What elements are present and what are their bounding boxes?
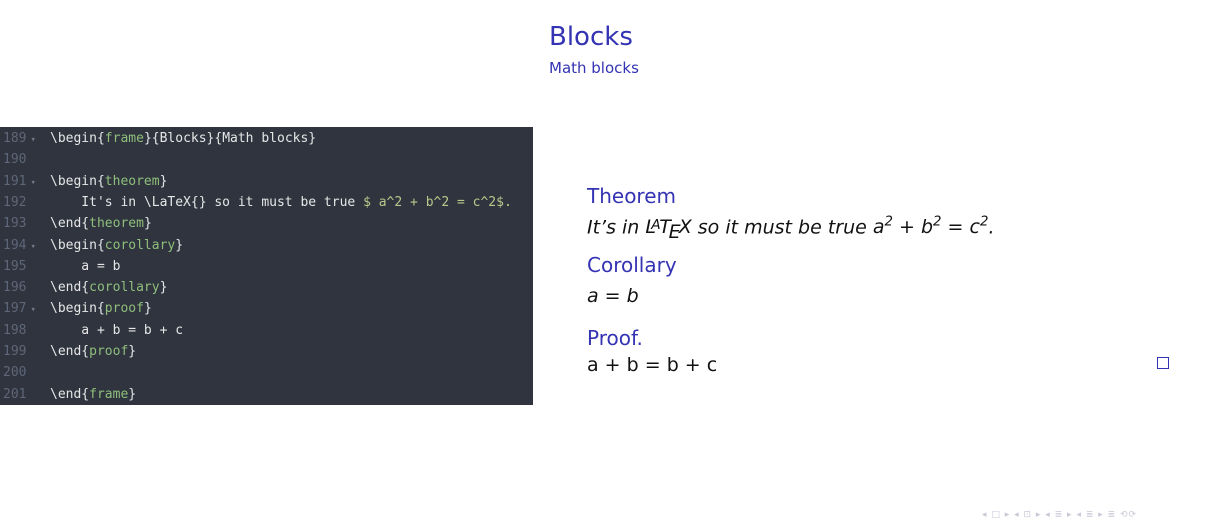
proof-body: a + b = b + c (587, 354, 718, 376)
code-line[interactable]: 194 ▾ \begin{corollary} (0, 235, 533, 256)
line-number: 195 (3, 258, 27, 274)
line-number: 192 (3, 194, 27, 210)
code-line[interactable]: 198 a + b = b + c (0, 320, 533, 341)
slide-subtitle: Math blocks (549, 59, 639, 77)
code-line[interactable]: 193 \end{theorem} (0, 213, 533, 234)
code-text: \begin{frame}{Blocks}{Math blocks} (50, 131, 317, 146)
line-number: 198 (3, 322, 27, 338)
code-text: \end{proof} (50, 344, 137, 359)
code-line[interactable]: 199 \end{proof} (0, 341, 533, 362)
theorem-text-after: so it must be true (691, 216, 873, 239)
corollary-title: Corollary (587, 253, 677, 277)
code-text: a + b = b + c (50, 322, 184, 338)
code-text: \end{theorem} (50, 216, 152, 232)
fold-arrow-icon[interactable]: ▾ (30, 242, 35, 252)
code-line[interactable]: 192 It's in \LaTeX{} so it must be true … (0, 192, 533, 213)
code-text: \begin{theorem} (50, 173, 168, 189)
line-number: 196 (3, 280, 27, 296)
code-line[interactable]: 189 ▾ \begin{frame}{Blocks}{Math blocks} (0, 128, 533, 149)
line-number: 199 (3, 344, 27, 359)
fold-arrow-icon[interactable]: ▾ (30, 178, 35, 188)
theorem-title: Theorem (587, 184, 677, 208)
latex-logo: LATEX (645, 216, 692, 243)
line-number: 200 (3, 365, 27, 381)
line-number: 194 ▾ (3, 237, 36, 253)
line-number: 201 (3, 386, 27, 402)
theorem-body: It’s in LATEX so it must be true a2 + b2… (587, 211, 995, 243)
code-text: \begin{corollary} (50, 237, 184, 253)
line-number: 190 (3, 152, 27, 168)
line-number: 191 ▾ (3, 173, 36, 189)
line-number: 193 (3, 216, 27, 232)
code-editor[interactable]: 189 ▾ \begin{frame}{Blocks}{Math blocks} 19… (0, 127, 533, 405)
code-text: It's in \LaTeX{} so it must be true $ a^… (50, 194, 512, 210)
slide-title: Blocks (549, 22, 633, 52)
code-text: \end{corollary} (50, 280, 168, 296)
code-text: \end{frame} (50, 386, 137, 402)
code-line[interactable]: 195 a = b (0, 256, 533, 277)
code-line[interactable]: 191 ▾ \begin{theorem} (0, 171, 533, 192)
code-line[interactable]: 201 \end{frame} (0, 384, 533, 405)
theorem-text-before: It’s in (587, 216, 646, 239)
code-line[interactable]: 190 (0, 149, 533, 170)
code-text: \begin{proof} (50, 301, 152, 317)
theorem-formula-tail: . (988, 216, 995, 239)
code-line[interactable]: 200 (0, 362, 533, 383)
fold-arrow-icon[interactable]: ▾ (30, 135, 35, 145)
proof-title: Proof. (587, 326, 643, 350)
fold-arrow-icon[interactable]: ▾ (30, 305, 35, 315)
theorem-formula: a2 + b2 = c2 (872, 215, 989, 239)
code-line[interactable]: 196 \end{corollary} (0, 277, 533, 298)
code-text: a = b (50, 258, 121, 274)
qed-square-icon (1157, 357, 1169, 369)
beamer-navigation[interactable]: ◂ □ ▸ ◂ ⊡ ▸ ◂ ≣ ▸ ◂ ≣ ▸ ≣ ⟲⟳ (982, 510, 1137, 520)
line-number: 189 ▾ (3, 131, 36, 146)
corollary-body: a = b (587, 285, 639, 307)
line-number: 197 ▾ (3, 301, 36, 317)
code-line[interactable]: 197 ▾ \begin{proof} (0, 298, 533, 319)
